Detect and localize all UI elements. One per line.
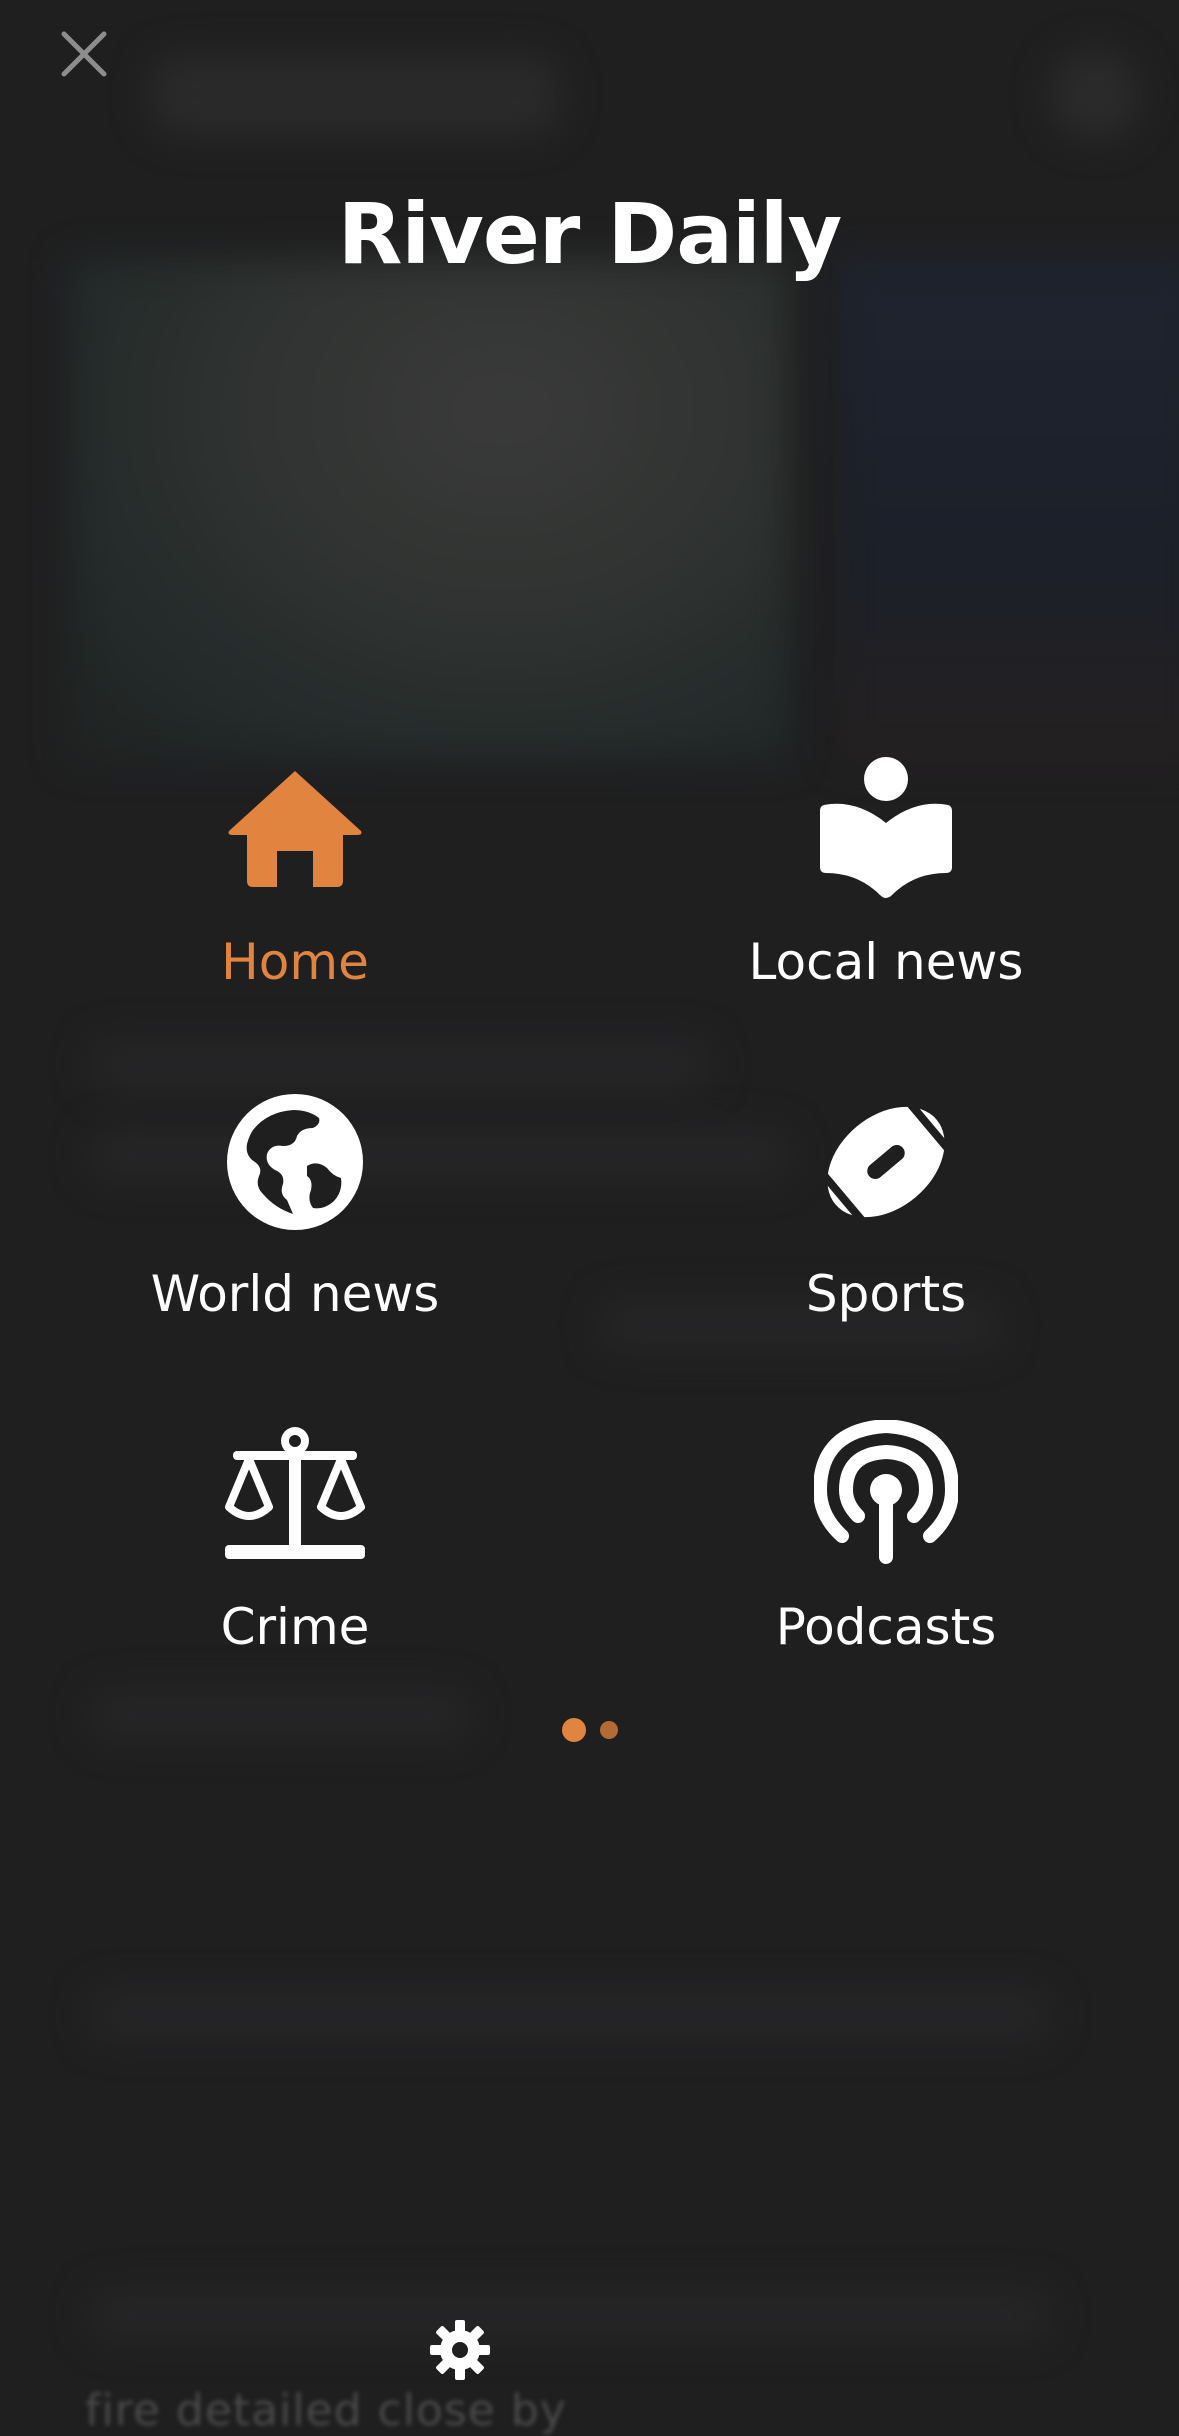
page-dot-active[interactable] [561, 1718, 586, 1742]
settings-button[interactable] [420, 2310, 500, 2390]
nav-label-podcasts: Podcasts [775, 1598, 997, 1656]
podcast-icon [814, 1420, 958, 1564]
background-avatar [1050, 50, 1140, 140]
football-icon [820, 1100, 952, 1224]
close-button[interactable] [52, 22, 116, 86]
app-title: River Daily [337, 185, 843, 283]
nav-item-local-news[interactable]: Local news [676, 755, 1096, 1055]
home-icon [228, 771, 362, 887]
nav-item-podcasts[interactable]: Podcasts [676, 1420, 1096, 1720]
globe-icon [227, 1094, 363, 1230]
reader-book-icon [820, 757, 952, 898]
background-article-image-secondary [840, 260, 1179, 760]
nav-item-crime[interactable]: Crime [85, 1420, 505, 1720]
nav-label-crime: Crime [220, 1598, 370, 1656]
page-dot[interactable] [599, 1721, 618, 1739]
nav-item-world-news[interactable]: World news [85, 1087, 505, 1387]
nav-label-sports: Sports [805, 1265, 967, 1323]
background-article-image [70, 260, 790, 760]
background-header-bar [150, 55, 560, 135]
page-indicator [0, 1718, 1179, 1742]
nav-label-home: Home [221, 933, 369, 991]
navigation-overlay: fire detailed close by River Daily Home [0, 0, 1179, 2436]
background-text-line [90, 2290, 1050, 2340]
background-footer-text: fire detailed close by [85, 2385, 567, 2436]
background-text-line [90, 1990, 1050, 2040]
nav-label-world-news: World news [150, 1265, 440, 1323]
nav-item-sports[interactable]: Sports [676, 1087, 1096, 1387]
nav-item-home[interactable]: Home [85, 755, 505, 1055]
scales-icon [225, 1427, 365, 1559]
section-navigation-grid: Home Local news World news Sports Crime … [0, 755, 1179, 1695]
close-icon [61, 31, 107, 77]
nav-label-local-news: Local news [748, 933, 1024, 991]
gear-icon [430, 2320, 490, 2380]
